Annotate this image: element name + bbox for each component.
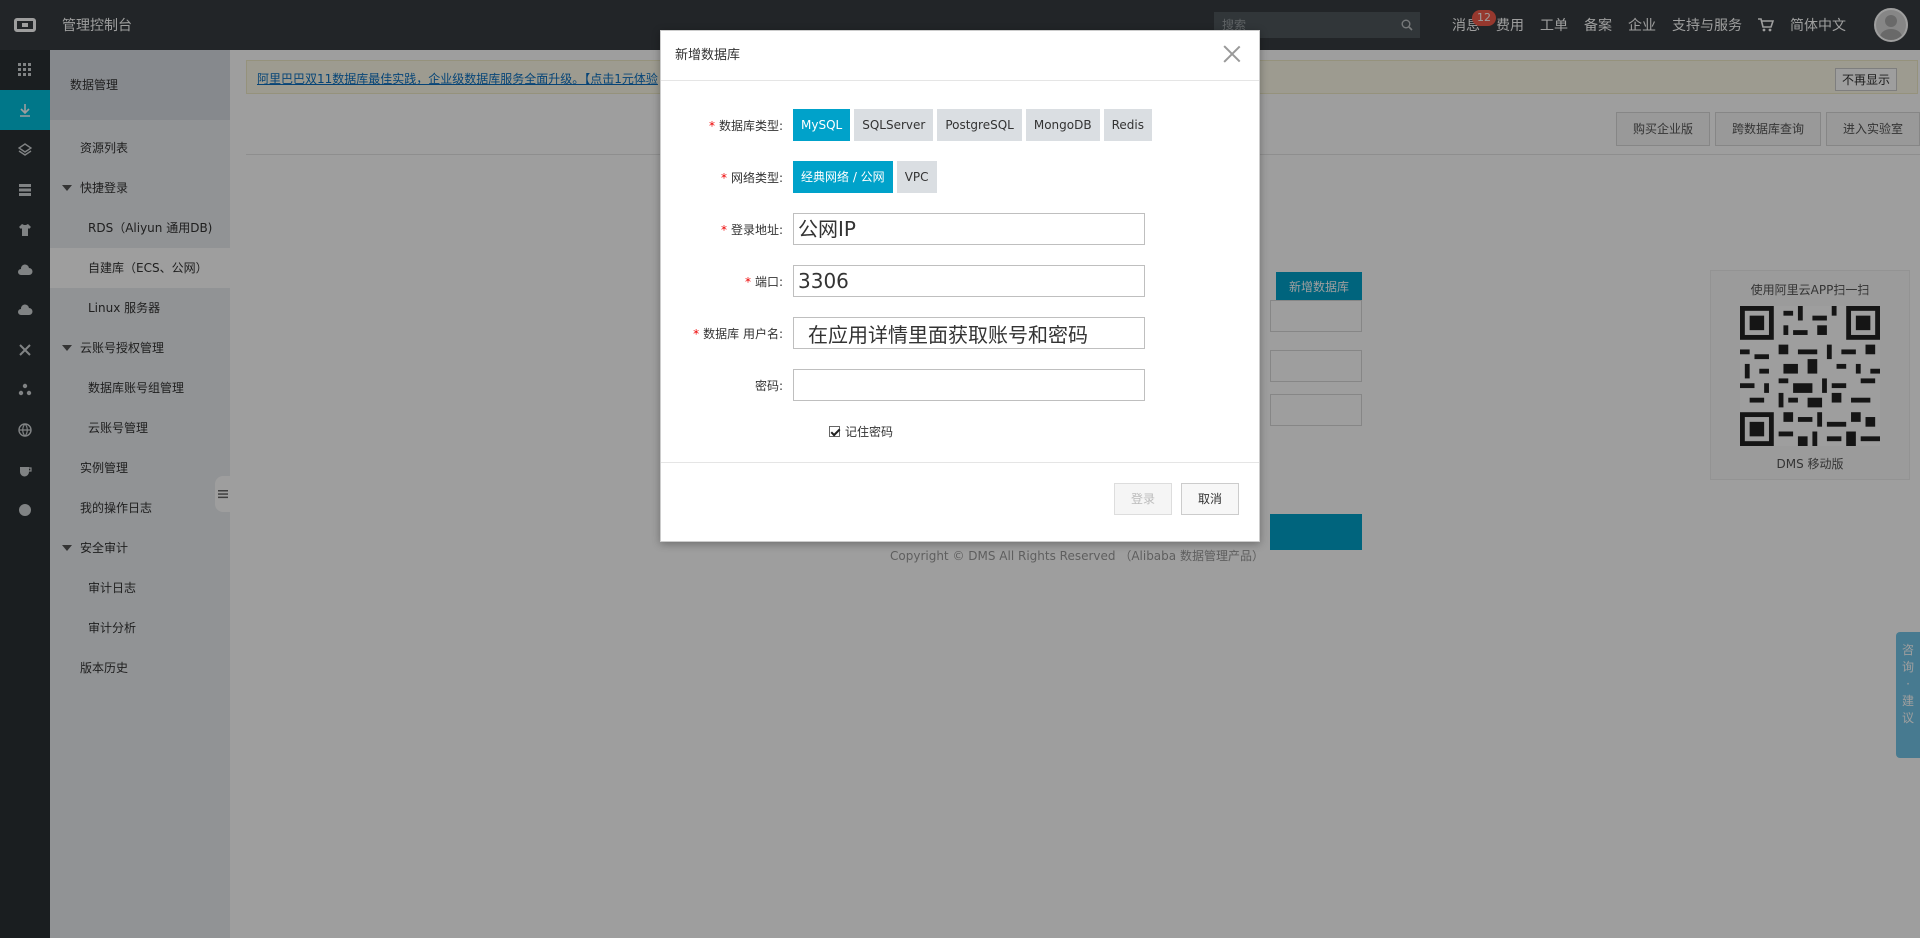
remember-password-checkbox[interactable] <box>829 426 840 437</box>
net-type-label: * 网络类型: <box>720 170 783 185</box>
dialog-title: 新增数据库 <box>675 48 741 63</box>
remember-password[interactable]: 记住密码 <box>829 423 893 440</box>
net-type-selector: 经典网络 / 公网 VPC <box>793 161 941 193</box>
port-label: * 端口: <box>744 274 783 289</box>
db-type-label: * 数据库类型: <box>708 118 783 133</box>
dialog-body: * 数据库类型: MySQL SQLServer PostgreSQL Mongo… <box>661 81 1259 463</box>
username-input[interactable]: 在应用详情里面获取账号和密码 <box>793 317 1145 349</box>
dialog-header: 新增数据库 <box>661 31 1259 81</box>
close-icon[interactable] <box>1221 43 1243 65</box>
db-type-redis[interactable]: Redis <box>1103 109 1152 141</box>
db-type-postgresql[interactable]: PostgreSQL <box>937 109 1022 141</box>
host-input[interactable]: 公网IP <box>793 213 1145 245</box>
cancel-button[interactable]: 取消 <box>1181 483 1239 515</box>
password-label: 密码: <box>754 378 783 393</box>
dialog-footer: 登录 取消 <box>661 463 1259 541</box>
db-type-selector: MySQL SQLServer PostgreSQL MongoDB Redis <box>793 109 1156 141</box>
port-input[interactable]: 3306 <box>793 265 1145 297</box>
login-button[interactable]: 登录 <box>1114 483 1172 515</box>
host-label: * 登录地址: <box>720 222 783 237</box>
net-type-vpc[interactable]: VPC <box>896 161 937 193</box>
password-input[interactable] <box>793 369 1145 401</box>
username-label: * 数据库 用户名: <box>693 326 783 341</box>
net-type-classic[interactable]: 经典网络 / 公网 <box>793 161 893 193</box>
db-type-mongodb[interactable]: MongoDB <box>1025 109 1100 141</box>
add-database-dialog: 新增数据库 * 数据库类型: MySQL SQLServer PostgreSQL… <box>660 30 1260 542</box>
db-type-sqlserver[interactable]: SQLServer <box>854 109 934 141</box>
remember-password-label: 记住密码 <box>845 425 894 439</box>
db-type-mysql[interactable]: MySQL <box>793 109 851 141</box>
